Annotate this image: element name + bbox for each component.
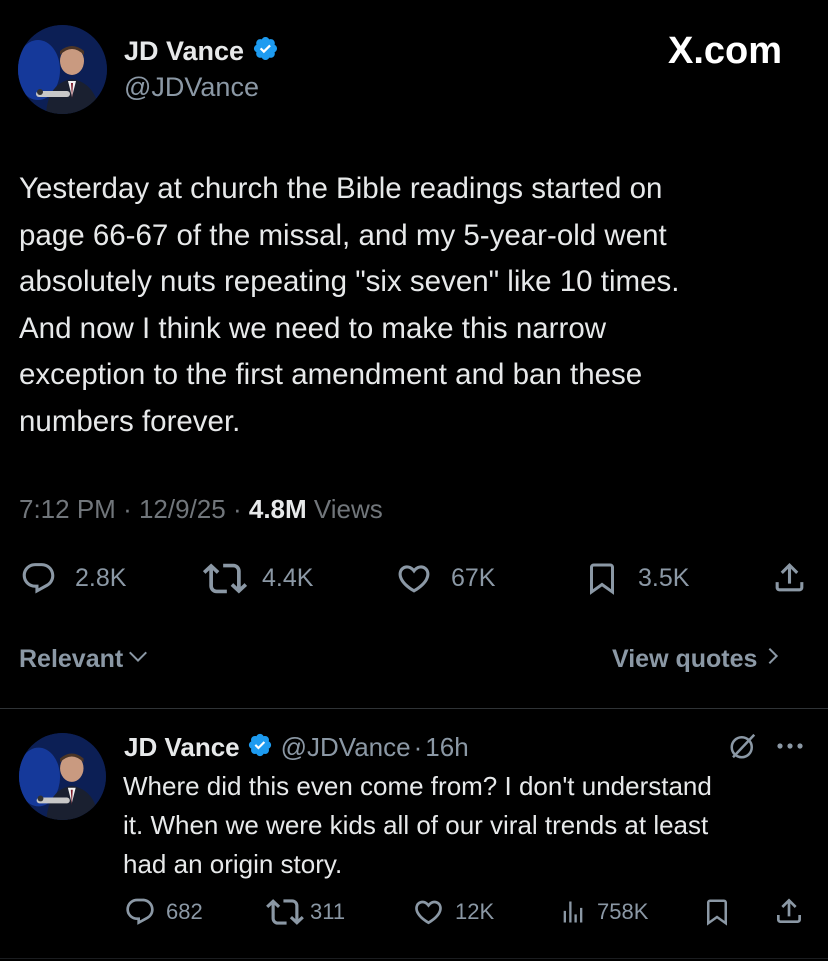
reply-reply-button[interactable]: 682 bbox=[124, 896, 203, 928]
reply-time[interactable]: 16h bbox=[425, 732, 468, 763]
reply-author-name[interactable]: JD Vance bbox=[124, 732, 240, 763]
bookmark-button[interactable]: 3.5K bbox=[584, 560, 689, 596]
reply-repost-button[interactable]: 311 bbox=[266, 896, 345, 928]
meta-separator: · bbox=[123, 494, 132, 524]
tweet-line: exception to the first amendment and ban… bbox=[19, 358, 643, 391]
repost-button[interactable]: 4.4K bbox=[202, 560, 313, 596]
reply-share-button[interactable] bbox=[773, 895, 805, 927]
reply-line: it. When we were kids all of our viral t… bbox=[123, 810, 709, 840]
tweet-time[interactable]: 7:12 PM bbox=[19, 494, 116, 524]
reply-author-avatar[interactable] bbox=[19, 733, 106, 820]
tweet-line: page 66-67 of the missal, and my 5-year-… bbox=[19, 218, 667, 252]
reply-icon bbox=[124, 896, 156, 928]
like-count: 67K bbox=[451, 563, 496, 592]
section-divider bbox=[0, 708, 828, 709]
author-name[interactable]: JD Vance bbox=[124, 36, 244, 67]
reply-bookmark-button[interactable] bbox=[702, 896, 732, 928]
reply-count: 2.8K bbox=[75, 563, 127, 592]
site-watermark-text: X.com bbox=[668, 30, 783, 72]
reply-line: Where did this even come from? I don't u… bbox=[123, 771, 712, 801]
share-icon bbox=[771, 559, 808, 596]
reply-views-count: 758K bbox=[597, 899, 649, 924]
reply-repost-count: 311 bbox=[310, 899, 346, 924]
views-label: Views bbox=[313, 494, 383, 524]
tweet-meta: 7:12 PM · 12/9/25 · 4.8M Views bbox=[19, 494, 383, 525]
more-icon[interactable] bbox=[775, 735, 805, 757]
chevron-right-icon bbox=[765, 645, 781, 674]
share-icon bbox=[773, 895, 805, 927]
views-icon bbox=[559, 896, 587, 928]
meta-separator: · bbox=[232, 494, 242, 524]
tweet-line: numbers forever. bbox=[19, 404, 241, 438]
verified-badge-icon bbox=[247, 732, 273, 763]
tweet-date[interactable]: 12/9/25 bbox=[139, 494, 226, 524]
share-button[interactable] bbox=[771, 559, 808, 596]
reply-views-button[interactable]: 758K bbox=[559, 896, 648, 928]
bookmark-count: 3.5K bbox=[638, 563, 690, 592]
tweet-line: absolutely nuts repeating "six seven" li… bbox=[19, 265, 680, 298]
site-watermark: X.com bbox=[668, 30, 782, 73]
reply-line: had an origin story. bbox=[123, 849, 343, 879]
tweet-text: Yesterday at church the Bible readings s… bbox=[19, 166, 819, 445]
bookmark-icon bbox=[702, 896, 732, 928]
grok-icon[interactable] bbox=[728, 731, 758, 761]
like-button[interactable]: 67K bbox=[395, 560, 495, 596]
author-handle[interactable]: @JDVance bbox=[124, 72, 259, 103]
reply-text: Where did this even come from? I don't u… bbox=[123, 767, 823, 884]
reply-separator: · bbox=[413, 731, 423, 762]
repost-count: 4.4K bbox=[262, 563, 314, 592]
bottom-divider bbox=[0, 958, 828, 959]
bookmark-icon bbox=[584, 560, 620, 597]
view-quotes-label: View quotes bbox=[612, 645, 758, 673]
author-avatar[interactable] bbox=[18, 25, 107, 114]
chevron-down-icon bbox=[127, 645, 149, 674]
repost-icon bbox=[202, 560, 248, 597]
sort-dropdown[interactable]: Relevant bbox=[19, 645, 149, 674]
view-quotes-link[interactable]: View quotes bbox=[612, 645, 781, 674]
reply-like-button[interactable]: 12K bbox=[412, 896, 494, 928]
reply-author-handle[interactable]: @JDVance bbox=[281, 732, 411, 763]
reply-header: JD Vance @JDVance · 16h bbox=[124, 731, 469, 763]
tweet-line: Yesterday at church the Bible readings s… bbox=[19, 172, 663, 205]
verified-badge-icon bbox=[252, 35, 279, 67]
reply-icon bbox=[20, 560, 57, 597]
reply-reply-count: 682 bbox=[166, 899, 203, 924]
heart-icon bbox=[395, 560, 433, 597]
sort-label: Relevant bbox=[19, 645, 124, 673]
heart-icon bbox=[412, 896, 445, 928]
reply-like-count: 12K bbox=[455, 899, 495, 924]
reply-button[interactable]: 2.8K bbox=[20, 560, 126, 596]
repost-icon bbox=[266, 896, 304, 928]
views-count: 4.8M bbox=[248, 494, 307, 524]
author-name-row: JD Vance bbox=[124, 34, 279, 68]
tweet-line: And now I think we need to make this nar… bbox=[19, 311, 607, 345]
